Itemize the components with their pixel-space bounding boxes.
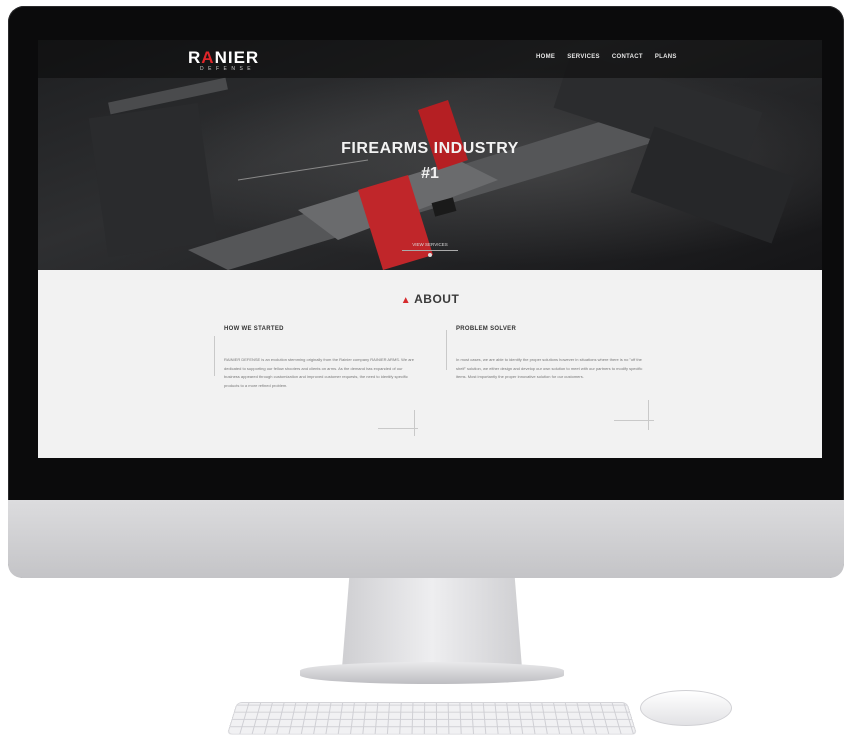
- screen: RANIER DEFENSE HOME SERVICES CONTACT PLA…: [38, 40, 822, 458]
- monitor-stand-base: [300, 662, 564, 684]
- nav-item-home[interactable]: HOME: [536, 54, 555, 60]
- nav-links: HOME SERVICES CONTACT PLANS: [536, 54, 677, 60]
- hero-title: FIREARMS INDUSTRY: [341, 140, 519, 157]
- divider-line: [446, 330, 447, 370]
- how-we-started-heading: HOW WE STARTED: [224, 326, 284, 332]
- top-navigation: RANIER DEFENSE HOME SERVICES CONTACT PLA…: [38, 40, 822, 78]
- hero-banner: RANIER DEFENSE HOME SERVICES CONTACT PLA…: [38, 40, 822, 270]
- divider-line: [378, 428, 418, 429]
- nav-item-services[interactable]: SERVICES: [567, 54, 600, 60]
- how-we-started-text: RAINIER DEFENSE is an evolution stemming…: [224, 357, 414, 388]
- problem-solver-text: In most cases, we are able to identify t…: [456, 357, 643, 379]
- nav-item-contact[interactable]: CONTACT: [612, 54, 643, 60]
- logo-subtitle: DEFENSE: [200, 66, 256, 72]
- nav-item-plans[interactable]: PLANS: [655, 54, 677, 60]
- divider-line: [214, 336, 215, 376]
- scroll-down-icon[interactable]: [428, 253, 432, 257]
- divider-line: [414, 410, 415, 436]
- about-section-title: ▲ ABOUT: [400, 292, 460, 306]
- keyboard: [226, 702, 638, 735]
- about-column-left: HOW WE STARTED RAINIER DEFENSE is an evo…: [224, 326, 414, 390]
- hero-subtitle: #1: [421, 165, 439, 182]
- mouse: [640, 690, 732, 726]
- monitor-chin: [8, 500, 844, 578]
- chevron-up-icon: ▲: [400, 295, 412, 306]
- problem-solver-heading: PROBLEM SOLVER: [456, 326, 517, 332]
- divider-line: [648, 400, 649, 430]
- logo-wordmark: RANIER: [188, 48, 260, 67]
- about-column-right: PROBLEM SOLVER In most cases, we are abl…: [456, 326, 646, 382]
- view-services-button[interactable]: VIEW SERVICES: [402, 240, 458, 251]
- monitor-stand: [342, 578, 522, 668]
- site-logo[interactable]: RANIER DEFENSE: [188, 48, 270, 74]
